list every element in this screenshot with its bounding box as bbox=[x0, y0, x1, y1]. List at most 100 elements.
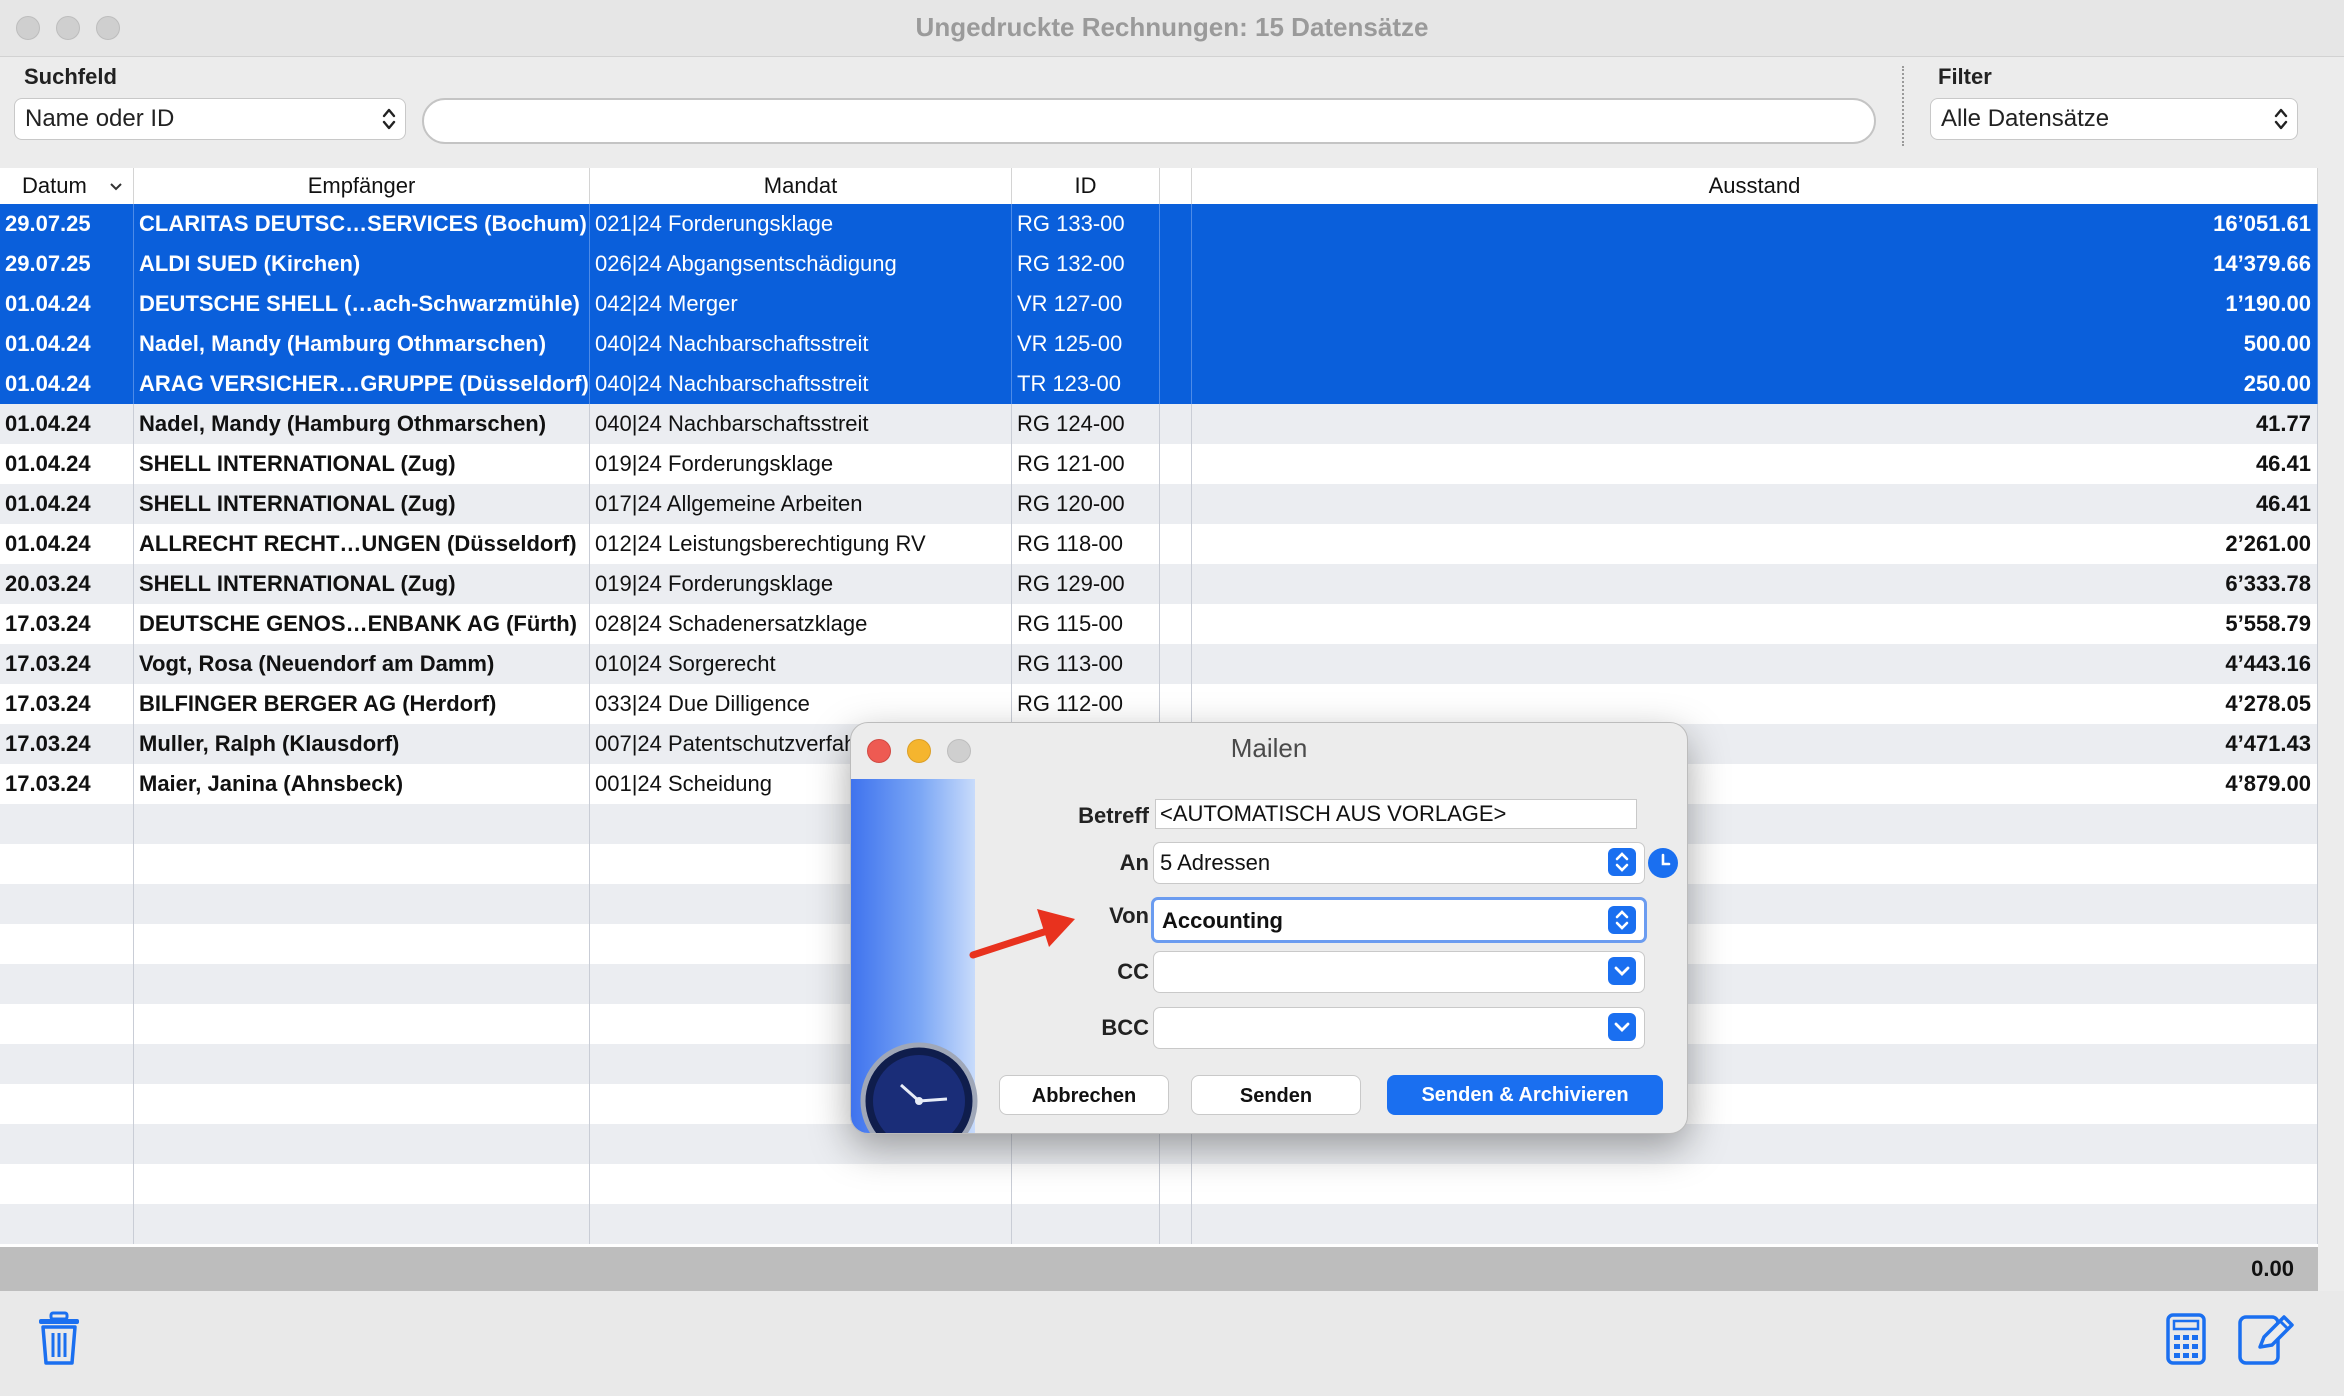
cell-id: VR 125-00 bbox=[1012, 324, 1160, 364]
cancel-button[interactable]: Abbrechen bbox=[999, 1075, 1169, 1115]
cell-date: 17.03.24 bbox=[0, 764, 134, 804]
table-row[interactable]: 29.07.25 CLARITAS DEUTSC…SERVICES (Bochum… bbox=[0, 204, 2318, 244]
cell-id: RG 112-00 bbox=[1012, 684, 1160, 724]
cell-spacer bbox=[1160, 1164, 1192, 1204]
table-row[interactable]: 01.04.24 SHELL INTERNATIONAL (Zug) 017|24 … bbox=[0, 484, 2318, 524]
cell-amount: 16’051.61 bbox=[1192, 204, 2318, 244]
cell-mandate: 040|24 Nachbarschaftsstreit bbox=[590, 364, 1012, 404]
table-row[interactable]: 01.04.24 Nadel, Mandy (Hamburg Othmarsche… bbox=[0, 324, 2318, 364]
send-archive-button[interactable]: Senden & Archivieren bbox=[1387, 1075, 1663, 1115]
cell-spacer bbox=[1160, 604, 1192, 644]
chevron-updown-icon bbox=[2274, 108, 2288, 130]
cell-mandate: 040|24 Nachbarschaftsstreit bbox=[590, 324, 1012, 364]
column-header-amount[interactable]: Ausstand bbox=[1192, 168, 2318, 204]
table-row[interactable]: 01.04.24 ARAG VERSICHER…GRUPPE (Düsseldor… bbox=[0, 364, 2318, 404]
cell-amount: 2’261.00 bbox=[1192, 524, 2318, 564]
cell-amount: 4’443.16 bbox=[1192, 644, 2318, 684]
filter-select[interactable]: Alle Datensätze bbox=[1930, 98, 2298, 140]
table-row[interactable]: 17.03.24 BILFINGER BERGER AG (Herdorf) 033… bbox=[0, 684, 2318, 724]
cell-mandate bbox=[590, 1164, 1012, 1204]
chevron-updown-icon bbox=[1608, 906, 1636, 934]
cell-mandate: 028|24 Schadenersatzklage bbox=[590, 604, 1012, 644]
dialog-sidebar-image bbox=[851, 779, 978, 1133]
mail-dialog: Mailen Betreff <AUTOMATISCH AUS VORLAGE>… bbox=[850, 722, 1688, 1134]
cell-recipient bbox=[134, 1004, 590, 1044]
cell-mandate: 033|24 Due Dilligence bbox=[590, 684, 1012, 724]
cell-date: 01.04.24 bbox=[0, 364, 134, 404]
cell-spacer bbox=[1160, 1204, 1192, 1244]
cell-mandate: 021|24 Forderungsklage bbox=[590, 204, 1012, 244]
cell-spacer bbox=[1160, 284, 1192, 324]
cell-recipient: Nadel, Mandy (Hamburg Othmarschen) bbox=[134, 324, 590, 364]
chevron-down-icon bbox=[110, 183, 122, 191]
cell-recipient: SHELL INTERNATIONAL (Zug) bbox=[134, 444, 590, 484]
title-bar: Ungedruckte Rechnungen: 15 Datensätze bbox=[0, 0, 2344, 57]
column-header-mandate[interactable]: Mandat bbox=[590, 168, 1012, 204]
table-row[interactable]: 01.04.24 DEUTSCHE SHELL (…ach-Schwarzmühl… bbox=[0, 284, 2318, 324]
bcc-select[interactable] bbox=[1153, 1007, 1645, 1049]
cell-date bbox=[0, 1204, 134, 1244]
cell-recipient bbox=[134, 1204, 590, 1244]
cell-id: RG 124-00 bbox=[1012, 404, 1160, 444]
column-header-id[interactable]: ID bbox=[1012, 168, 1160, 204]
cell-date bbox=[0, 1084, 134, 1124]
cell-date: 01.04.24 bbox=[0, 524, 134, 564]
send-button[interactable]: Senden bbox=[1191, 1075, 1361, 1115]
cc-select[interactable] bbox=[1153, 951, 1645, 993]
cell-id: RG 133-00 bbox=[1012, 204, 1160, 244]
table-row[interactable]: 29.07.25 ALDI SUED (Kirchen) 026|24 Abgang… bbox=[0, 244, 2318, 284]
subject-field[interactable]: <AUTOMATISCH AUS VORLAGE> bbox=[1155, 799, 1637, 829]
cell-spacer bbox=[1160, 524, 1192, 564]
cell-amount bbox=[1192, 1164, 2318, 1204]
cell-date bbox=[0, 844, 134, 884]
from-select[interactable]: Accounting bbox=[1151, 897, 1647, 943]
cell-id bbox=[1012, 1204, 1160, 1244]
calculator-icon[interactable] bbox=[2166, 1313, 2206, 1365]
cell-amount: 1’190.00 bbox=[1192, 284, 2318, 324]
from-select-value: Accounting bbox=[1162, 908, 1283, 933]
table-row[interactable]: 17.03.24 Vogt, Rosa (Neuendorf am Damm) 01… bbox=[0, 644, 2318, 684]
cell-recipient bbox=[134, 1084, 590, 1124]
table-row[interactable]: 17.03.24 DEUTSCHE GENOS…ENBANK AG (Fürth)… bbox=[0, 604, 2318, 644]
cell-date: 01.04.24 bbox=[0, 484, 134, 524]
table-row[interactable]: 01.04.24 SHELL INTERNATIONAL (Zug) 019|24 … bbox=[0, 444, 2318, 484]
cell-recipient: Muller, Ralph (Klausdorf) bbox=[134, 724, 590, 764]
search-field-select[interactable]: Name oder ID bbox=[14, 98, 406, 140]
column-header-date[interactable]: Datum bbox=[0, 168, 134, 204]
table-row bbox=[0, 1164, 2318, 1204]
search-input[interactable] bbox=[422, 98, 1876, 144]
cell-recipient: Vogt, Rosa (Neuendorf am Damm) bbox=[134, 644, 590, 684]
cell-recipient: ALLRECHT RECHT…UNGEN (Düsseldorf) bbox=[134, 524, 590, 564]
cell-recipient bbox=[134, 1124, 590, 1164]
column-header-spacer[interactable] bbox=[1160, 168, 1192, 204]
cell-id: RG 118-00 bbox=[1012, 524, 1160, 564]
cell-mandate: 012|24 Leistungsberechtigung RV bbox=[590, 524, 1012, 564]
cell-amount: 41.77 bbox=[1192, 404, 2318, 444]
bottom-toolbar bbox=[0, 1291, 2344, 1396]
cell-mandate: 040|24 Nachbarschaftsstreit bbox=[590, 404, 1012, 444]
to-select[interactable]: 5 Adressen bbox=[1153, 842, 1645, 884]
cell-id bbox=[1012, 1164, 1160, 1204]
trash-icon[interactable] bbox=[36, 1311, 82, 1367]
edit-icon[interactable] bbox=[2236, 1309, 2296, 1367]
cell-amount bbox=[1192, 1204, 2318, 1244]
clock-icon[interactable] bbox=[1647, 847, 1679, 879]
table-row[interactable]: 20.03.24 SHELL INTERNATIONAL (Zug) 019|24 … bbox=[0, 564, 2318, 604]
cell-mandate: 010|24 Sorgerecht bbox=[590, 644, 1012, 684]
cell-mandate bbox=[590, 1204, 1012, 1244]
main-window: Ungedruckte Rechnungen: 15 Datensätze Su… bbox=[0, 0, 2344, 1396]
table-row[interactable]: 01.04.24 Nadel, Mandy (Hamburg Othmarsche… bbox=[0, 404, 2318, 444]
table-row[interactable]: 01.04.24 ALLRECHT RECHT…UNGEN (Düsseldorf… bbox=[0, 524, 2318, 564]
red-arrow-icon bbox=[969, 909, 1075, 959]
cell-amount: 5’558.79 bbox=[1192, 604, 2318, 644]
total-amount: 0.00 bbox=[2251, 1256, 2294, 1281]
cell-amount: 4’278.05 bbox=[1192, 684, 2318, 724]
filter-label: Filter bbox=[1938, 64, 1992, 89]
cell-date: 01.04.24 bbox=[0, 284, 134, 324]
cell-mandate: 019|24 Forderungsklage bbox=[590, 444, 1012, 484]
cell-date bbox=[0, 884, 134, 924]
to-select-value: 5 Adressen bbox=[1160, 850, 1271, 875]
column-header-recipient[interactable]: Empfänger bbox=[134, 168, 590, 204]
cell-recipient bbox=[134, 1164, 590, 1204]
chevron-updown-icon bbox=[1608, 848, 1636, 876]
